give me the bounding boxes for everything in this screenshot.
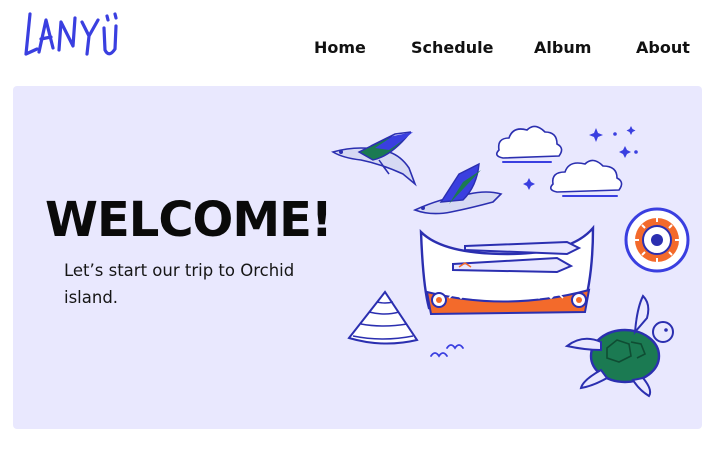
flying-fish-icon: [412, 162, 503, 215]
shell-icon: [347, 290, 419, 345]
nav-about[interactable]: About: [636, 36, 690, 60]
birds-icon: [430, 344, 464, 358]
nav-album[interactable]: Album: [534, 36, 591, 60]
cloud-icon: [495, 125, 623, 193]
hero-section: WELCOME! Let’s start our trip to Orchid …: [13, 86, 702, 429]
main-nav: Home Schedule Album About: [0, 36, 718, 60]
flying-fish-icon: [331, 131, 417, 187]
nav-home[interactable]: Home: [314, 36, 366, 60]
hero-subtitle: Let’s start our trip to Orchid island.: [64, 261, 295, 307]
orchid-island-illustration: [331, 125, 690, 398]
hero-title: WELCOME!: [45, 192, 333, 248]
sun-medallion-icon: [624, 207, 690, 273]
nav-schedule[interactable]: Schedule: [411, 36, 493, 60]
canoe-icon: [419, 224, 595, 316]
